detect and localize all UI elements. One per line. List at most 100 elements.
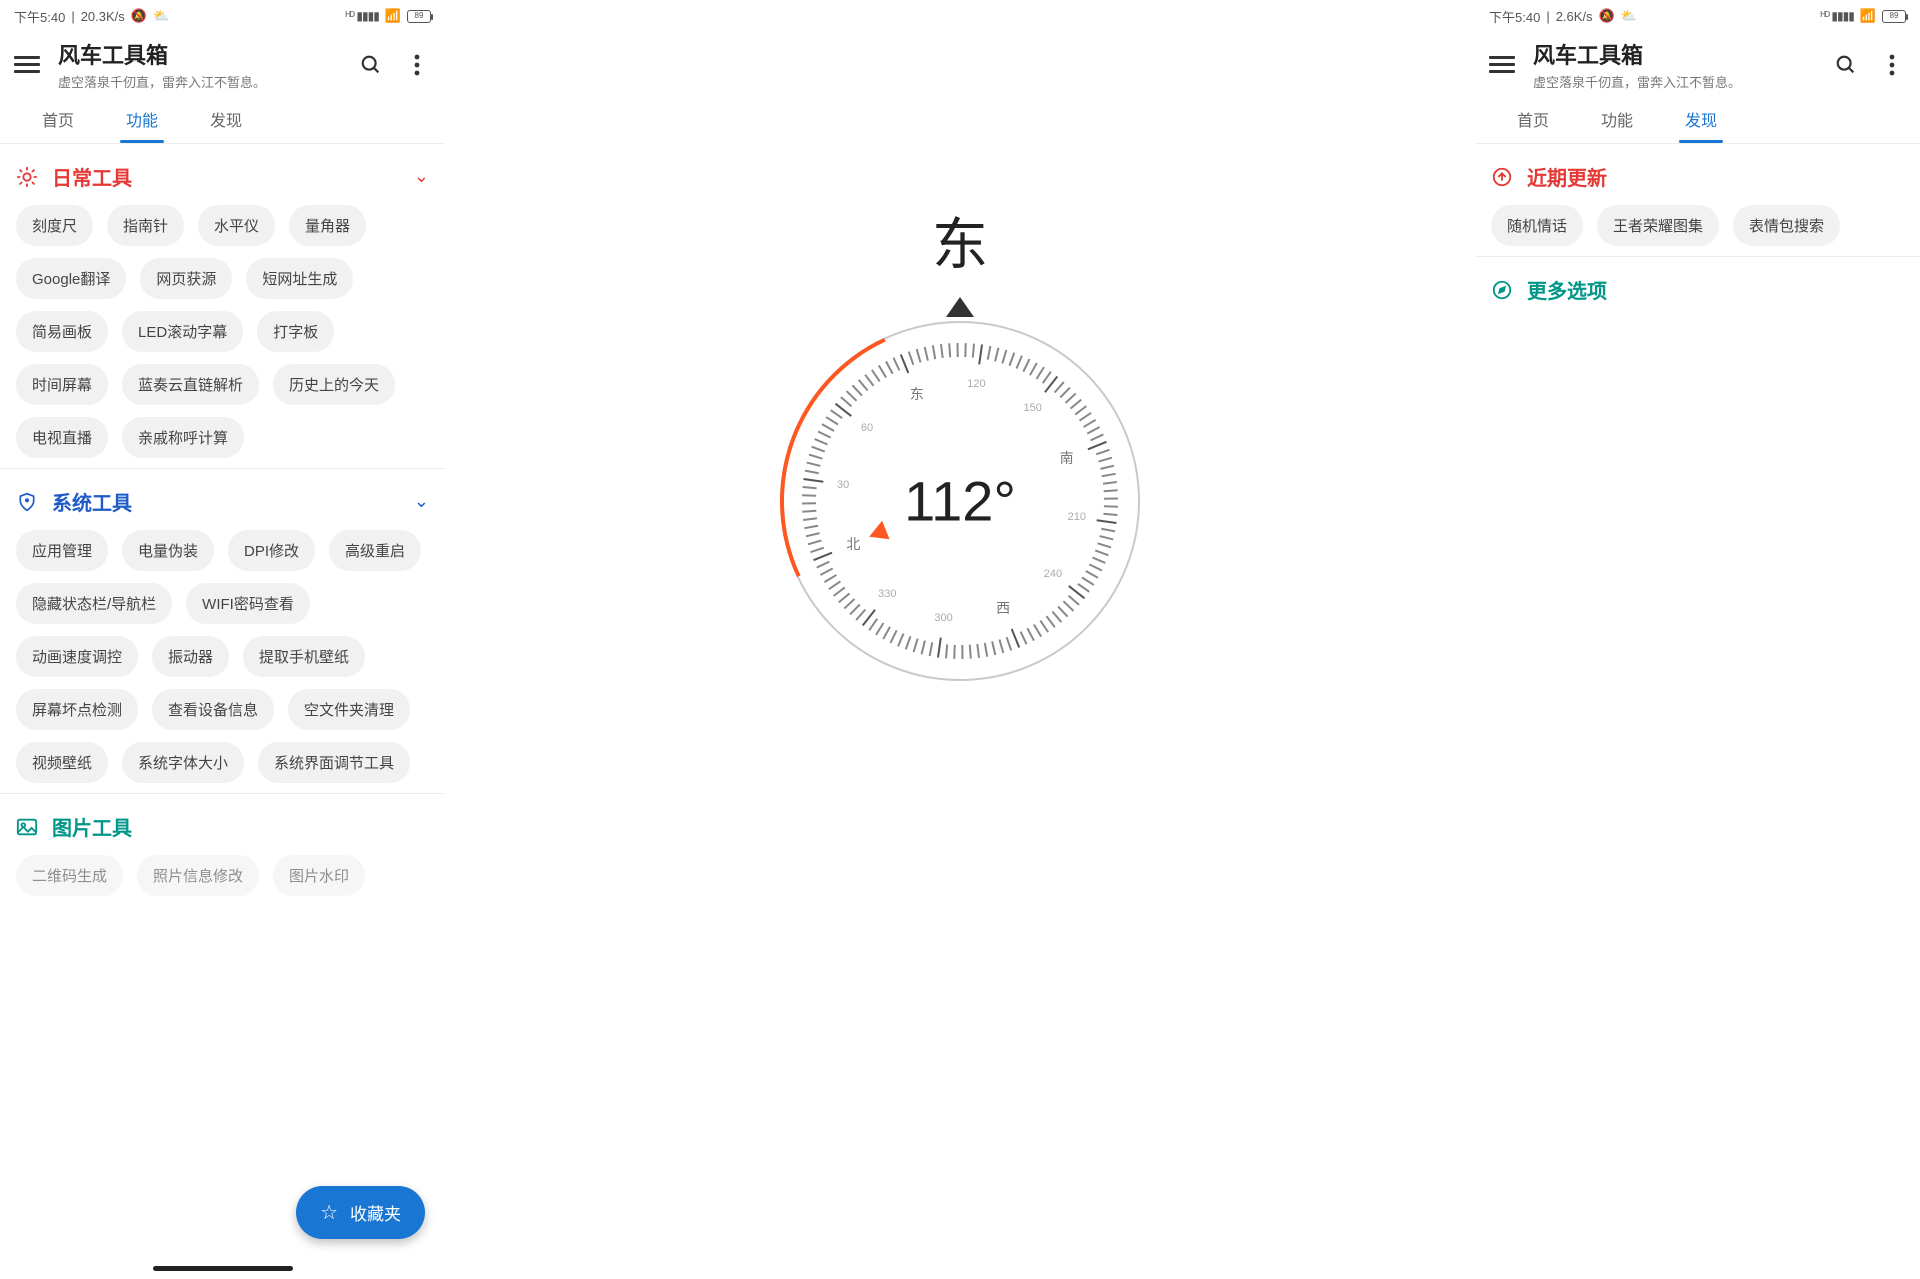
wifi-icon: 📶: [1860, 8, 1876, 24]
more-icon[interactable]: [403, 51, 431, 79]
tool-chip[interactable]: 查看设备信息: [152, 689, 274, 730]
tool-chip[interactable]: 刻度尺: [16, 205, 93, 246]
tool-chip[interactable]: 电量伪装: [122, 530, 214, 571]
signal-icon: ᴴᴰ ▮▮▮▮: [346, 9, 379, 23]
star-icon: ☆: [320, 1200, 338, 1225]
fab-favorites[interactable]: ☆ 收藏夹: [296, 1186, 425, 1239]
tool-chip[interactable]: 高级重启: [329, 530, 421, 571]
tool-chip[interactable]: 网页获源: [140, 258, 232, 299]
tool-chip[interactable]: 随机情话: [1491, 205, 1583, 246]
tool-chip[interactable]: 水平仪: [198, 205, 275, 246]
tool-chip[interactable]: 亲戚称呼计算: [122, 417, 244, 458]
mute-icon: 🔕: [131, 8, 147, 24]
wifi-icon: 📶: [385, 8, 401, 24]
search-icon[interactable]: [1832, 51, 1860, 79]
tool-chip[interactable]: WIFI密码查看: [186, 583, 310, 624]
compass-icon: [1491, 279, 1513, 301]
search-icon[interactable]: [357, 51, 385, 79]
status-netspeed: 20.3K/s: [81, 9, 125, 24]
status-bar: 下午5:40 | 2.6K/s 🔕 ⛅ ᴴᴰ ▮▮▮▮ 📶 89: [1475, 0, 1920, 30]
status-time: 下午5:40: [14, 7, 65, 26]
tool-chip[interactable]: 指南针: [107, 205, 184, 246]
app-subtitle: 虚空落泉千仞直，雷奔入江不暂息。: [58, 72, 339, 91]
more-icon[interactable]: [1878, 51, 1906, 79]
shield-icon: [16, 491, 38, 513]
status-time: 下午5:40: [1489, 7, 1540, 26]
tool-chip[interactable]: DPI修改: [228, 530, 315, 571]
phone-left: 下午5:40 | 20.3K/s 🔕 ⛅ ᴴᴰ ▮▮▮▮ 📶 89 风车工具箱 …: [0, 0, 445, 1279]
tab-features[interactable]: 功能: [1589, 97, 1645, 143]
tool-chip[interactable]: Google翻译: [16, 258, 126, 299]
tool-chip[interactable]: 电视直播: [16, 417, 108, 458]
fab-label: 收藏夹: [350, 1200, 401, 1225]
tool-chip[interactable]: 打字板: [257, 311, 334, 352]
compass-pointer-icon: [946, 297, 974, 317]
section-daily: 日常工具 ⌄ 刻度尺指南针水平仪量角器 Google翻译网页获源短网址生成简易画板…: [0, 144, 445, 469]
section-updates: 近期更新 随机情话王者荣耀图集表情包搜索: [1475, 144, 1920, 257]
section-image: 图片工具 二维码生成照片信息修改图片水印: [0, 794, 445, 906]
chevron-down-icon[interactable]: ⌄: [414, 491, 429, 512]
tool-chip[interactable]: 简易画板: [16, 311, 108, 352]
tab-features[interactable]: 功能: [114, 97, 170, 143]
cardinal-w: 西: [996, 598, 1010, 618]
section-more: 更多选项: [1475, 257, 1920, 328]
tab-home[interactable]: 首页: [1505, 97, 1561, 143]
menu-icon[interactable]: [1489, 52, 1515, 77]
compass-direction: 东: [932, 200, 988, 281]
compass[interactable]: 北东南西3060120150210240300330 112°: [780, 321, 1140, 681]
tool-chip[interactable]: 提取手机壁纸: [243, 636, 365, 677]
chevron-down-icon[interactable]: ⌄: [414, 166, 429, 187]
mute-icon: 🔕: [1599, 8, 1615, 24]
section-system: 系统工具 ⌄ 应用管理电量伪装 DPI修改高级重启隐藏状态栏/导航栏 WIFI密码查…: [0, 469, 445, 794]
battery-icon: 89: [407, 10, 431, 23]
tool-chip[interactable]: 蓝奏云直链解析: [122, 364, 259, 405]
tool-chip[interactable]: 屏幕坏点检测: [16, 689, 138, 730]
tool-chip[interactable]: 王者荣耀图集: [1597, 205, 1719, 246]
tool-chip[interactable]: 表情包搜索: [1733, 205, 1840, 246]
signal-icon: ᴴᴰ ▮▮▮▮: [1821, 9, 1854, 23]
compass-degrees: 112°: [904, 469, 1016, 534]
arrow-up-circle-icon: [1491, 166, 1513, 188]
tool-chip[interactable]: 系统界面调节工具: [258, 742, 410, 783]
tool-chip[interactable]: 图片水印: [273, 855, 365, 896]
tool-chip[interactable]: 历史上的今天: [273, 364, 395, 405]
tool-chip[interactable]: 二维码生成: [16, 855, 123, 896]
tool-chip[interactable]: 照片信息修改: [137, 855, 259, 896]
tool-chip[interactable]: 量角器: [289, 205, 366, 246]
tool-chip[interactable]: LED滚动字幕: [122, 311, 243, 352]
tool-chip[interactable]: 应用管理: [16, 530, 108, 571]
menu-icon[interactable]: [14, 52, 40, 77]
home-indicator[interactable]: [153, 1266, 293, 1271]
section-more-title: 更多选项: [1527, 275, 1607, 304]
image-icon: [16, 816, 38, 838]
tool-chip[interactable]: 时间屏幕: [16, 364, 108, 405]
section-daily-title: 日常工具: [52, 162, 132, 191]
cardinal-n: 北: [846, 534, 860, 554]
status-bar: 下午5:40 | 20.3K/s 🔕 ⛅ ᴴᴰ ▮▮▮▮ 📶 89: [0, 0, 445, 30]
tool-chip[interactable]: 系统字体大小: [122, 742, 244, 783]
tool-chip[interactable]: 短网址生成: [246, 258, 353, 299]
cardinal-s: 南: [1060, 448, 1074, 468]
tool-chip[interactable]: 空文件夹清理: [288, 689, 410, 730]
section-updates-title: 近期更新: [1527, 162, 1607, 191]
tool-chip[interactable]: 隐藏状态栏/导航栏: [16, 583, 172, 624]
status-netspeed: 2.6K/s: [1556, 9, 1593, 24]
tool-chip[interactable]: 振动器: [152, 636, 229, 677]
tool-chip[interactable]: 视频壁纸: [16, 742, 108, 783]
section-system-title: 系统工具: [52, 487, 132, 516]
weather-icon: ⛅: [153, 8, 169, 24]
phone-right: 下午5:40 | 2.6K/s 🔕 ⛅ ᴴᴰ ▮▮▮▮ 📶 89 风车工具箱 虚…: [1475, 0, 1920, 1279]
section-image-title: 图片工具: [52, 812, 132, 841]
app-bar: 风车工具箱 虚空落泉千仞直，雷奔入江不暂息。: [0, 30, 445, 97]
tab-discover[interactable]: 发现: [1673, 97, 1729, 143]
tab-home[interactable]: 首页: [30, 97, 86, 143]
tabs: 首页 功能 发现: [1475, 97, 1920, 144]
app-subtitle: 虚空落泉千仞直，雷奔入江不暂息。: [1533, 72, 1814, 91]
tab-discover[interactable]: 发现: [198, 97, 254, 143]
sun-icon: [16, 166, 38, 188]
tool-chip[interactable]: 动画速度调控: [16, 636, 138, 677]
battery-icon: 89: [1882, 10, 1906, 23]
weather-icon: ⛅: [1621, 8, 1637, 24]
app-title: 风车工具箱: [1533, 38, 1814, 70]
tabs: 首页 功能 发现: [0, 97, 445, 144]
